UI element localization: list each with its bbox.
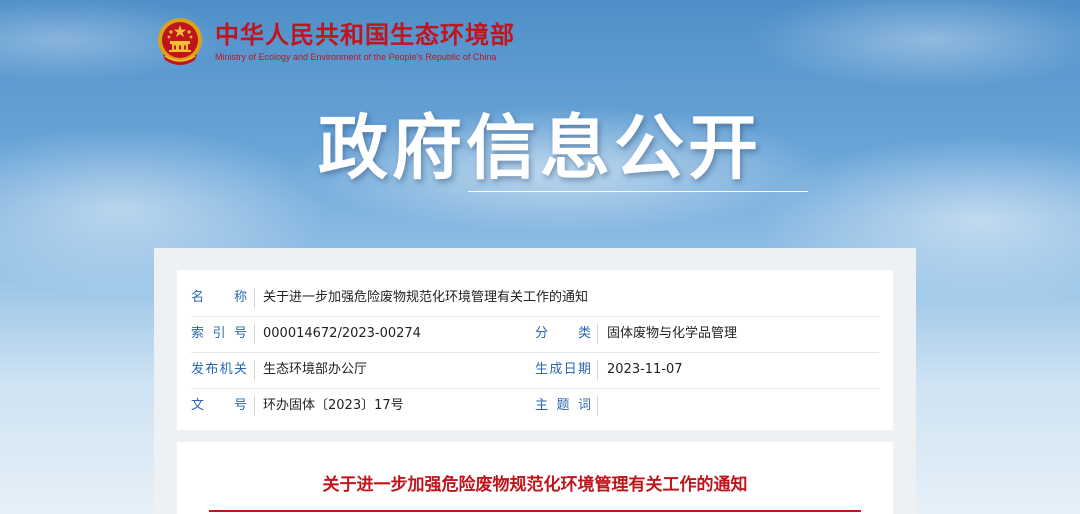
document-body: 关于进一步加强危险废物规范化环境管理有关工作的通知	[177, 442, 893, 514]
metadata-row-index: 索引号 000014672/2023-00274 分 类 固体废物与化学品管理	[191, 316, 879, 353]
title-underline	[468, 191, 808, 192]
label-issuer: 发布机关	[191, 362, 247, 377]
label-category: 分 类	[535, 326, 591, 341]
separator	[597, 396, 598, 416]
national-emblem-icon	[158, 18, 202, 65]
separator	[254, 360, 255, 380]
separator	[597, 360, 598, 380]
org-name-cn: 中华人民共和国生态环境部	[215, 21, 515, 49]
org-name-en: Ministry of Ecology and Environment of t…	[215, 52, 497, 62]
page: 中华人民共和国生态环境部 Ministry of Ecology and Env…	[0, 0, 1080, 514]
separator	[597, 324, 598, 344]
label-index: 索引号	[191, 326, 247, 341]
value-name: 关于进一步加强危险废物规范化环境管理有关工作的通知	[263, 290, 589, 305]
label-subject: 主题词	[535, 398, 591, 413]
separator	[254, 324, 255, 344]
content-container: 名 称 关于进一步加强危险废物规范化环境管理有关工作的通知 索引号 000014…	[154, 248, 916, 514]
label-name: 名 称	[191, 290, 247, 305]
label-date: 生成日期	[535, 362, 591, 377]
title-divider	[209, 510, 861, 512]
site-logo[interactable]: 中华人民共和国生态环境部 Ministry of Ecology and Env…	[155, 14, 515, 70]
value-issuer: 生态环境部办公厅	[263, 362, 368, 377]
label-docno: 文 号	[191, 398, 247, 413]
document-title: 关于进一步加强危险废物规范化环境管理有关工作的通知	[322, 475, 748, 495]
page-title: 政府信息公开	[318, 107, 762, 189]
metadata-row-docno: 文 号 环办固体〔2023〕17号 主题词	[191, 388, 879, 424]
separator	[254, 288, 255, 308]
metadata-row-name: 名 称 关于进一步加强危险废物规范化环境管理有关工作的通知	[191, 280, 879, 317]
value-date: 2023-11-07	[607, 362, 683, 377]
metadata-table: 名 称 关于进一步加强危险废物规范化环境管理有关工作的通知 索引号 000014…	[177, 270, 893, 430]
value-category: 固体废物与化学品管理	[607, 326, 738, 341]
separator	[254, 396, 255, 416]
value-docno: 环办固体〔2023〕17号	[263, 398, 404, 413]
value-index: 000014672/2023-00274	[263, 326, 421, 341]
metadata-row-issuer: 发布机关 生态环境部办公厅 生成日期 2023-11-07	[191, 352, 879, 389]
